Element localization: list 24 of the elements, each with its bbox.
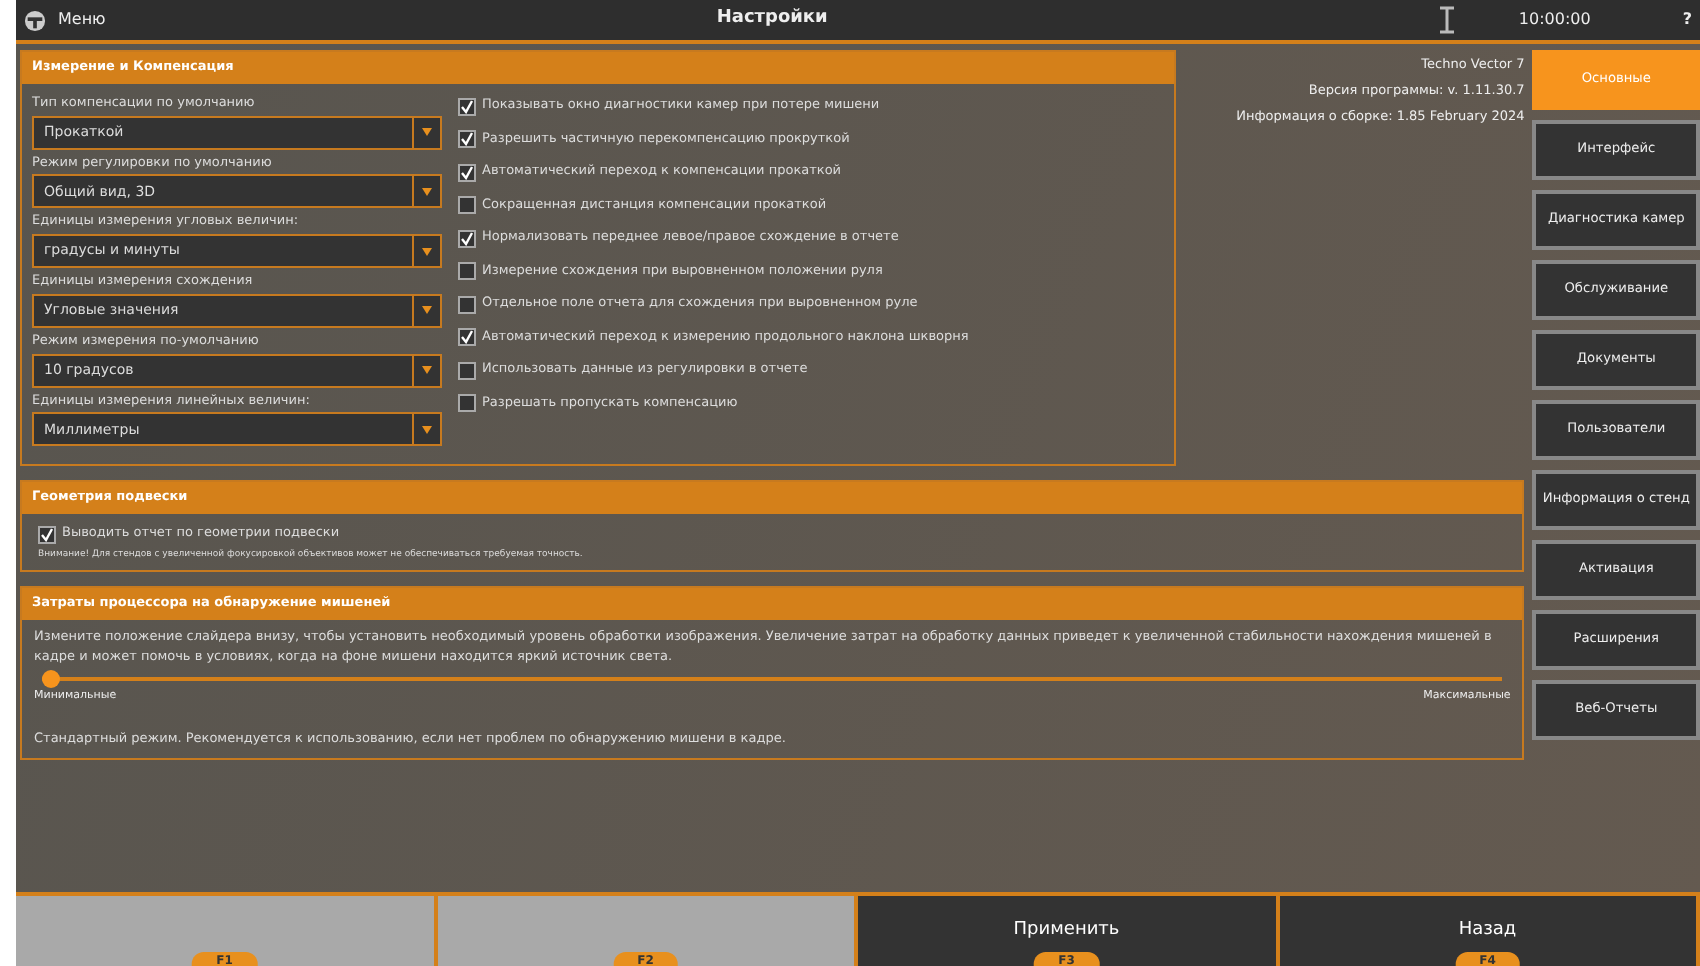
caret-icon: [422, 247, 432, 255]
menu-link[interactable]: Меню: [58, 8, 106, 32]
checkbox[interactable]: [458, 295, 476, 313]
checkbox[interactable]: [458, 229, 476, 247]
caret-icon: [422, 425, 432, 434]
window-title: Настройки: [714, 6, 830, 33]
checkbox[interactable]: [38, 525, 56, 543]
menu-icon[interactable]: [24, 9, 46, 31]
checkbox[interactable]: [458, 328, 476, 346]
checkbox[interactable]: [458, 163, 476, 181]
slider-thumb[interactable]: [42, 669, 60, 688]
caret-icon: [422, 187, 432, 196]
clock-time: 10:00:00: [1518, 8, 1591, 32]
checkbox[interactable]: [458, 97, 476, 115]
checkbox[interactable]: [458, 361, 476, 379]
checkbox[interactable]: [458, 262, 476, 280]
help-link[interactable]: ?: [1682, 8, 1692, 32]
cursor-icon: [1438, 6, 1457, 34]
checkbox[interactable]: [458, 130, 476, 148]
caret-icon: [422, 306, 432, 315]
caret-icon: [422, 366, 432, 374]
checkbox[interactable]: [458, 394, 476, 412]
caret-icon: [422, 128, 432, 136]
checkbox[interactable]: [458, 196, 476, 214]
